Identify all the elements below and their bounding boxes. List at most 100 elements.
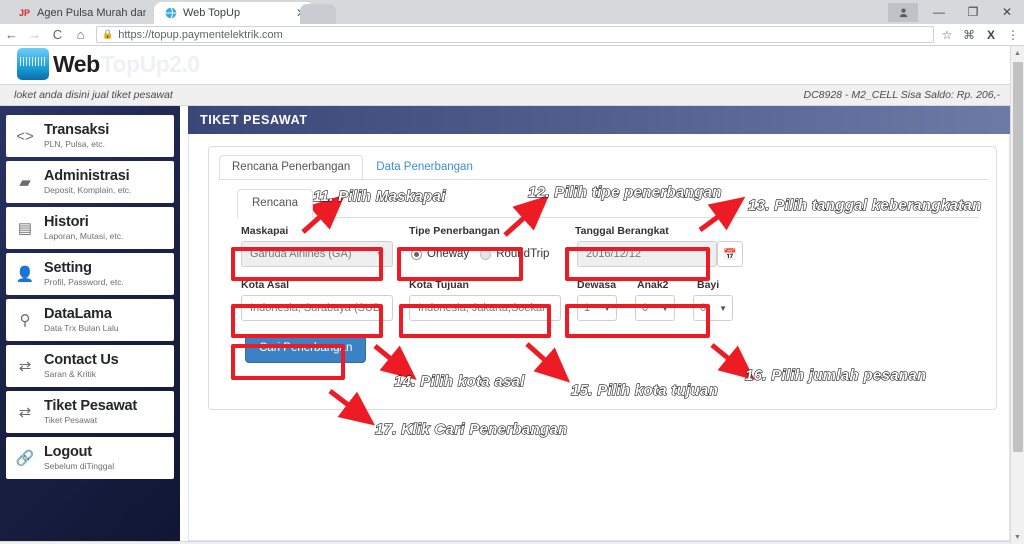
sidebar: <> Transaksi PLN, Pulsa, etc. ▰ Administ… [0,106,180,541]
logo-faded-text: TopUp2.0 [100,50,201,77]
scroll-down-icon[interactable]: ▼ [1011,530,1024,544]
sidebar-item-label: Transaksi [44,122,110,138]
tab-favicon-icon: JP [18,8,30,18]
label-dewasa: Dewasa [577,279,617,291]
page-title: TIKET PESAWAT [200,113,308,127]
chevron-down-icon: ▼ [661,303,669,313]
sidebar-item-sublabel: Deposit, Komplain, etc. [44,185,132,196]
user-icon: 👤 [15,265,35,283]
x-icon[interactable]: X [980,24,1002,46]
tab-strip: Rencana Penerbangan Data Penerbangan [219,155,486,180]
sidebar-item-sublabel: Profil, Password, etc. [44,277,124,288]
label-maskapai: Maskapai [241,225,289,237]
input-kota-tujuan[interactable]: Indonesia, Jakarta,Soekar [409,295,561,321]
scroll-up-icon[interactable]: ▲ [1011,46,1024,60]
address-bar-url: https://topup.paymentelektrik.com [118,28,283,41]
sidebar-item-sublabel: Saran & Kritik [44,369,96,380]
account-balance: DC8928 - M2_CELL Sisa Saldo: Rp. 206,- [803,89,1001,101]
back-arrow-icon[interactable]: ← [0,24,23,46]
tab-title: Agen Pulsa Murah dan P [37,7,146,19]
profile-icon[interactable] [888,2,918,22]
site-header: Web TopUp2.0 [0,46,1010,84]
anak2-value: 0 [642,302,649,314]
select-bayi[interactable]: 0 ▼ [693,295,733,321]
screen: JP Agen Pulsa Murah dan P ✕ Web TopUp ✕ … [0,0,1024,544]
sidebar-item-tiket-pesawat[interactable]: ⇄ Tiket Pesawat Tiket Pesawat [6,391,174,433]
reload-icon[interactable]: C [46,24,69,46]
sidebar-item-label: Histori [44,214,89,230]
sidebar-item-sublabel: Tiket Pesawat [44,415,98,426]
tab-divider [219,179,988,180]
label-anak2: Anak2 [637,279,669,291]
sidebar-item-transaksi[interactable]: <> Transaksi PLN, Pulsa, etc. [6,115,174,157]
search-icon: ⚲ [19,311,31,329]
sidebar-item-label: Setting [44,260,92,276]
chevron-down-icon: ▼ [603,303,611,313]
kota-tujuan-value: Indonesia, Jakarta,Soekar [418,302,546,314]
sidebar-item-sublabel: Sebelum diTinggal [44,461,115,472]
extension-icon[interactable]: ⌘ [958,24,980,46]
new-tab-button[interactable] [300,4,336,24]
sidebar-item-sublabel: Data Trx Bulan Lalu [44,323,119,334]
sidebar-item-datalama[interactable]: ⚲ DataLama Data Trx Bulan Lalu [6,299,174,341]
select-anak2[interactable]: 0 ▼ [635,295,675,321]
tab-rencana-penerbangan[interactable]: Rencana Penerbangan [219,155,364,180]
radio-roundtrip-label: RoundTrip [496,248,550,260]
browser-tab-2[interactable]: Web TopUp ✕ [154,2,314,24]
sidebar-item-logout[interactable]: 🔗 Logout Sebelum diTinggal [6,437,174,479]
page-scrollbar[interactable]: ▲ ▼ [1010,46,1024,544]
label-kota-tujuan: Kota Tujuan [409,279,469,291]
radio-oneway-label: Oneway [427,248,470,260]
select-dewasa[interactable]: 1 ▼ [577,295,617,321]
forward-arrow-icon[interactable]: → [23,24,46,46]
sidebar-item-label: Administrasi [44,168,130,184]
close-window-button[interactable]: ✕ [990,0,1024,24]
tab-title: Web TopUp [183,7,241,19]
sidebar-item-label: Contact Us [44,352,119,368]
browser-tab-bar: JP Agen Pulsa Murah dan P ✕ Web TopUp ✕ … [0,0,1024,24]
lock-icon: 🔒 [102,29,114,39]
sidebar-item-setting[interactable]: 👤 Setting Profil, Password, etc. [6,253,174,295]
radio-oneway[interactable] [411,248,422,260]
tab-favicon-icon [164,7,177,20]
address-bar[interactable]: 🔒 https://topup.paymentelektrik.com [96,26,934,43]
browser-tab-1[interactable]: JP Agen Pulsa Murah dan P ✕ [8,2,168,24]
home-icon[interactable]: ⌂ [69,24,92,46]
label-tanggal-berangkat: Tanggal Berangkat [575,225,669,237]
menu-icon[interactable]: ⋮ [1002,24,1024,46]
page-viewport: Web TopUp2.0 loket anda disini jual tike… [0,46,1024,544]
sidebar-item-histori[interactable]: ▤ Histori Laporan, Mutasi, etc. [6,207,174,249]
sidebar-item-sublabel: PLN, Pulsa, etc. [44,139,105,150]
scrollbar-thumb[interactable] [1013,62,1023,452]
subtab-rencana[interactable]: Rencana [237,189,314,218]
link-icon: 🔗 [15,449,35,467]
select-maskapai-value: Garuda Airlines (GA) [250,248,352,260]
tab-data-penerbangan[interactable]: Data Penerbangan [363,155,486,180]
folder-icon: ▰ [19,173,31,191]
chevron-down-icon: ▼ [719,303,727,313]
maximize-button[interactable]: ❐ [956,0,990,24]
sidebar-item-contact-us[interactable]: ⇄ Contact Us Saran & Kritik [6,345,174,387]
input-tanggal-berangkat[interactable]: 2016/12/12 [577,241,717,267]
sidebar-item-label: DataLama [44,306,112,322]
calendar-icon: 📅 [723,248,737,261]
radio-group-tipe-penerbangan[interactable]: Oneway RoundTrip [411,241,549,267]
label-tipe-penerbangan: Tipe Penerbangan [409,225,500,237]
status-ribbon: loket anda disini jual tiket pesawat DC8… [0,84,1010,106]
kota-asal-value: Indonesia, Surabaya (SUB [250,302,381,314]
input-kota-asal[interactable]: Indonesia, Surabaya (SUB [241,295,393,321]
label-kota-asal: Kota Asal [241,279,290,291]
radio-roundtrip[interactable] [480,248,492,260]
cari-penerbangan-button[interactable]: Cari Penerbangan [245,335,367,363]
main-content: TIKET PESAWAT Rencana Penerbangan Data P… [180,106,1010,541]
subtab-divider [237,217,979,218]
chevron-down-icon: ▼ [376,249,384,259]
star-icon[interactable]: ☆ [936,24,958,46]
select-maskapai[interactable]: Garuda Airlines (GA) ▼ [241,241,393,267]
minimize-button[interactable]: — [922,0,956,24]
calendar-button[interactable]: 📅 [717,241,743,267]
sidebar-item-administrasi[interactable]: ▰ Administrasi Deposit, Komplain, etc. [6,161,174,203]
ribbon-tagline: loket anda disini jual tiket pesawat [14,89,173,101]
site-logo[interactable]: Web TopUp2.0 [17,48,200,80]
sidebar-item-label: Logout [44,444,92,460]
